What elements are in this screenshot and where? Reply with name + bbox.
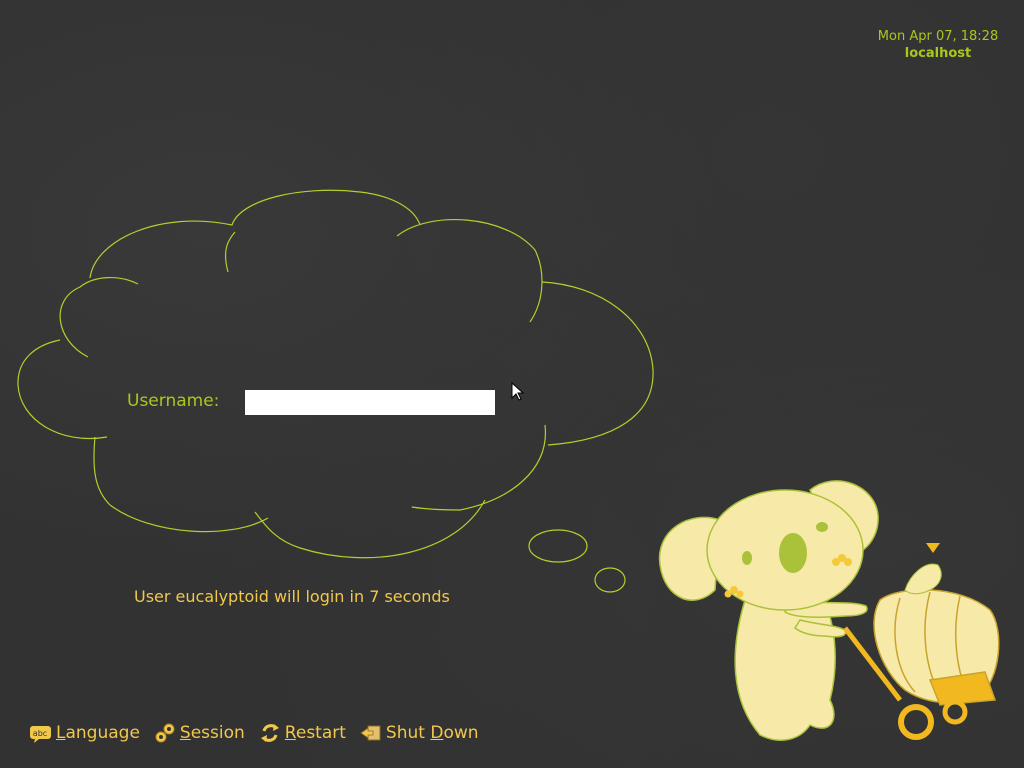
- clock-panel: Mon Apr 07, 18:28 localhost: [868, 28, 1008, 62]
- language-label: Language: [56, 723, 140, 743]
- bird: [904, 543, 942, 595]
- koala-mascot-illustration: [658, 480, 1000, 741]
- cart: [843, 589, 1000, 740]
- svg-text:abc: abc: [33, 729, 47, 738]
- cloud-bubble-large: [528, 529, 588, 563]
- cloud-outline: [17, 189, 654, 559]
- bird-hat: [926, 543, 940, 553]
- bottom-toolbar: abc Language Session Restart Shut Down: [30, 720, 479, 746]
- hostname: localhost: [904, 46, 972, 61]
- shutdown-icon: [360, 725, 381, 741]
- login-screen: Mon Apr 07, 18:28 localhost Username: Us…: [0, 0, 1024, 768]
- language-icon: abc: [30, 726, 51, 743]
- restart-icon: [260, 724, 279, 742]
- restart-button[interactable]: Restart: [259, 722, 346, 744]
- username-label: Username:: [127, 391, 220, 411]
- restart-label: Restart: [284, 723, 346, 743]
- shutdown-label: Shut Down: [385, 723, 479, 743]
- cart-wheel-back: [942, 699, 968, 725]
- autologin-message: User eucalyptoid will login in 7 seconds: [134, 587, 450, 606]
- session-gears-icon: [155, 723, 175, 743]
- koala-nose: [779, 533, 807, 573]
- koala-eye-right: [816, 522, 828, 532]
- clock-datetime: Mon Apr 07, 18:28: [877, 29, 999, 44]
- cart-wheel: [898, 704, 934, 740]
- language-button[interactable]: abc Language: [30, 722, 140, 744]
- session-label: Session: [179, 723, 245, 743]
- username-input[interactable]: [245, 390, 495, 415]
- mouse-pointer-icon: [511, 382, 525, 401]
- session-button[interactable]: Session: [154, 722, 245, 744]
- shutdown-button[interactable]: Shut Down: [360, 722, 479, 744]
- koala-eye-left: [742, 551, 752, 565]
- cloud-inner-curve: [224, 231, 236, 273]
- cloud-bubble-small: [594, 567, 626, 593]
